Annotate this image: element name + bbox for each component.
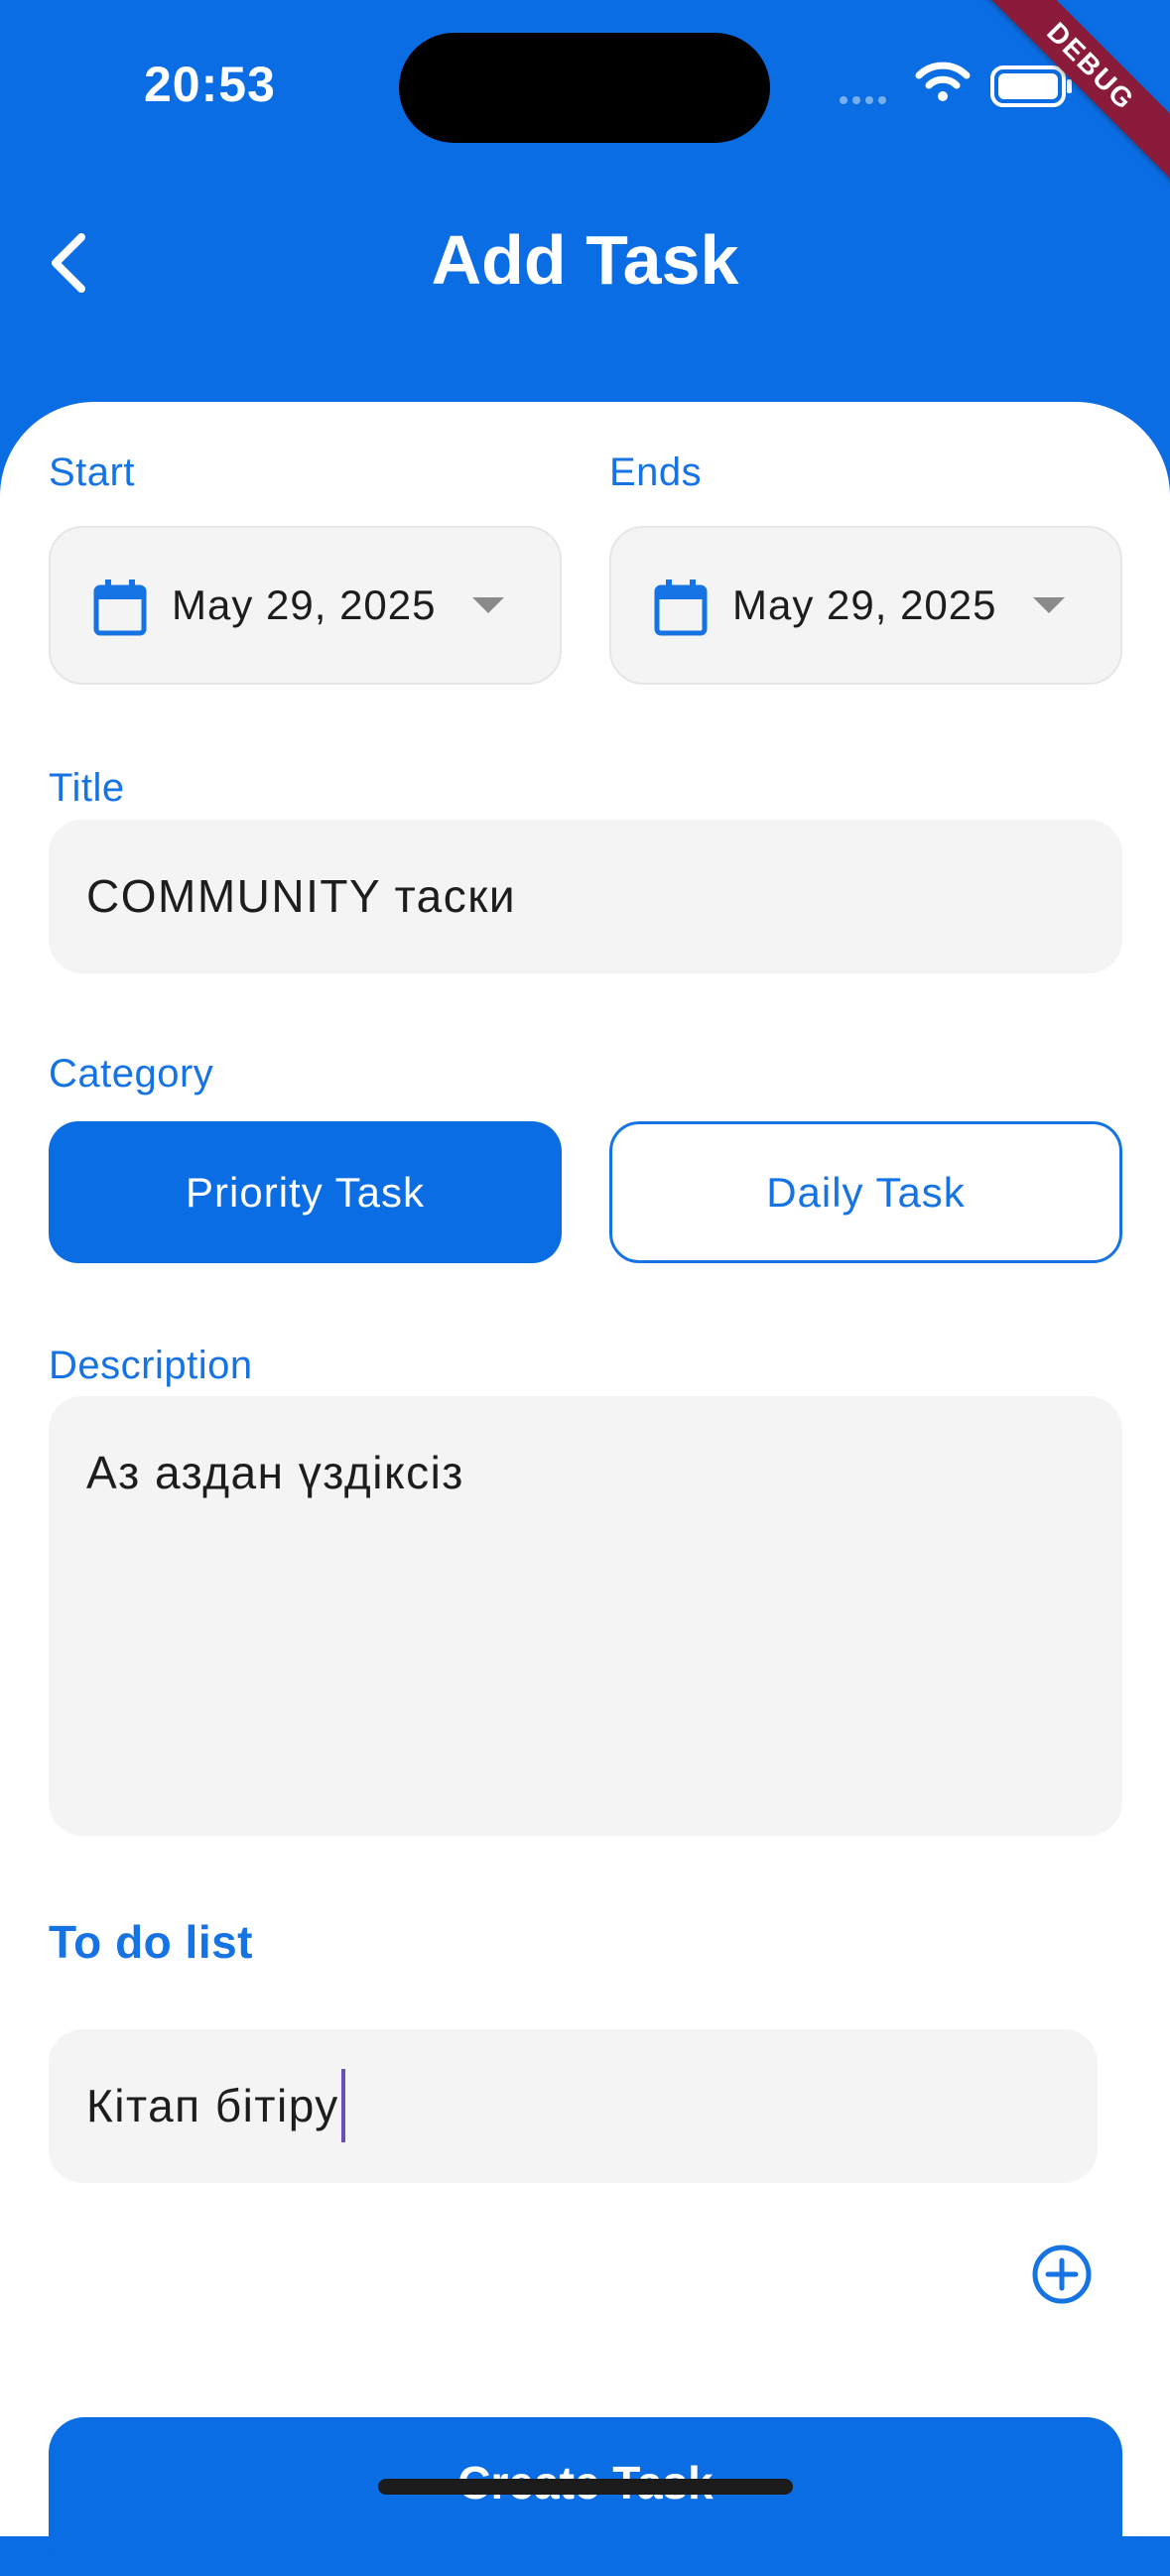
todo-list-heading: To do list xyxy=(49,1916,254,1968)
end-date-picker[interactable]: May 29, 2025 xyxy=(609,526,1122,685)
app-bar: Add Task xyxy=(0,179,1170,337)
home-indicator xyxy=(378,2479,793,2495)
end-label: Ends xyxy=(609,451,703,494)
start-date-picker[interactable]: May 29, 2025 xyxy=(49,526,562,685)
todo-item-input[interactable]: Кітап бітіру xyxy=(49,2029,1098,2183)
title-input[interactable]: COMMUNITY таски xyxy=(49,820,1122,973)
status-bar: 20:53 DEBUG xyxy=(0,0,1170,189)
category-daily-task-button[interactable]: Daily Task xyxy=(609,1121,1122,1263)
start-label: Start xyxy=(49,451,135,494)
description-value: Аз аздан үздіксіз xyxy=(86,1447,464,1498)
description-label: Description xyxy=(49,1344,253,1387)
dynamic-island xyxy=(399,33,770,143)
cellular-signal-icon xyxy=(840,91,891,109)
wifi-icon xyxy=(915,62,971,101)
status-time: 20:53 xyxy=(144,57,276,112)
description-textarea[interactable]: Аз аздан үздіксіз xyxy=(49,1396,1122,1836)
title-input-value: COMMUNITY таски xyxy=(86,870,517,922)
calendar-icon xyxy=(93,580,147,636)
todo-item-text-wrap: Кітап бітіру xyxy=(86,2069,345,2146)
battery-icon xyxy=(990,65,1072,107)
dropdown-arrow-icon xyxy=(1033,597,1065,613)
category-priority-task-button[interactable]: Priority Task xyxy=(49,1121,562,1263)
end-date-value: May 29, 2025 xyxy=(732,581,997,628)
create-task-button[interactable]: Create Task xyxy=(49,2417,1122,2576)
start-date-value: May 29, 2025 xyxy=(172,581,437,628)
title-label: Title xyxy=(49,766,125,810)
page-title: Add Task xyxy=(431,221,739,299)
plus-circle-icon[interactable] xyxy=(1030,2243,1094,2306)
calendar-icon xyxy=(654,580,708,636)
dropdown-arrow-icon xyxy=(472,597,504,613)
text-cursor xyxy=(340,2069,345,2142)
category-label: Category xyxy=(49,1052,214,1095)
todo-item-value: Кітап бітіру xyxy=(86,2080,339,2132)
